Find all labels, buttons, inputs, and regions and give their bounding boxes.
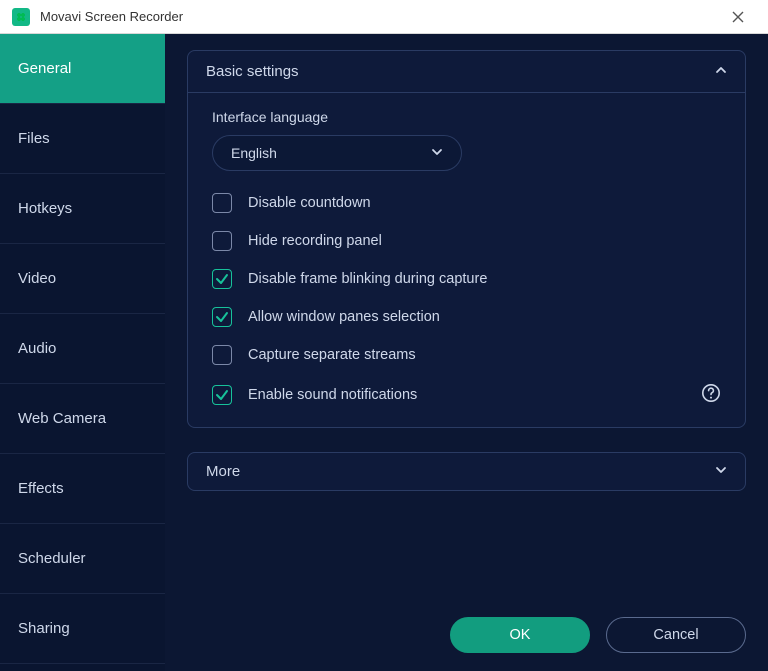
check-disable-countdown: Disable countdown — [212, 193, 721, 213]
body: General Files Hotkeys Video Audio Web Ca… — [0, 34, 768, 671]
cancel-button-label: Cancel — [653, 627, 698, 643]
language-label: Interface language — [212, 109, 721, 125]
check-disable-frame-blinking: Disable frame blinking during capture — [212, 269, 721, 289]
basic-settings-header[interactable]: Basic settings — [188, 51, 745, 93]
app-logo-icon — [12, 8, 30, 26]
check-label: Disable countdown — [248, 195, 371, 211]
check-hide-recording-panel: Hide recording panel — [212, 231, 721, 251]
chevron-up-icon — [715, 63, 727, 80]
checkbox[interactable] — [212, 385, 232, 405]
sidebar-item-label: Effects — [18, 480, 64, 497]
check-label: Capture separate streams — [248, 347, 416, 363]
sidebar-item-effects[interactable]: Effects — [0, 454, 165, 524]
more-panel: More — [187, 452, 746, 491]
close-icon — [732, 11, 744, 23]
ok-button-label: OK — [510, 627, 531, 643]
sidebar-item-label: Sharing — [18, 620, 70, 637]
sidebar-item-video[interactable]: Video — [0, 244, 165, 314]
check-label: Hide recording panel — [248, 233, 382, 249]
close-button[interactable] — [720, 0, 756, 34]
more-title: More — [206, 463, 240, 480]
checkbox-list: Disable countdown Hide recording panel D… — [212, 193, 721, 407]
checkbox[interactable] — [212, 193, 232, 213]
sidebar-item-label: Hotkeys — [18, 200, 72, 217]
sidebar-item-hotkeys[interactable]: Hotkeys — [0, 174, 165, 244]
sidebar-item-label: Video — [18, 270, 56, 287]
sidebar: General Files Hotkeys Video Audio Web Ca… — [0, 34, 165, 671]
help-button[interactable] — [701, 383, 721, 407]
help-icon — [701, 383, 721, 403]
panel-body: Interface language English Disable count… — [188, 93, 745, 427]
window-title: Movavi Screen Recorder — [40, 9, 183, 24]
titlebar: Movavi Screen Recorder — [0, 0, 768, 34]
language-select[interactable]: English — [212, 135, 462, 171]
check-capture-separate-streams: Capture separate streams — [212, 345, 721, 365]
sidebar-item-files[interactable]: Files — [0, 104, 165, 174]
sidebar-item-audio[interactable]: Audio — [0, 314, 165, 384]
sidebar-item-label: Files — [18, 130, 50, 147]
sidebar-item-label: Scheduler — [18, 550, 86, 567]
checkbox[interactable] — [212, 307, 232, 327]
more-header[interactable]: More — [188, 453, 745, 490]
check-enable-sound-notifications: Enable sound notifications — [212, 383, 721, 407]
sidebar-item-label: General — [18, 60, 71, 77]
language-select-value: English — [231, 145, 277, 161]
sidebar-item-general[interactable]: General — [0, 34, 165, 104]
sidebar-item-label: Web Camera — [18, 410, 106, 427]
cancel-button[interactable]: Cancel — [606, 617, 746, 653]
footer: OK Cancel — [187, 593, 746, 653]
ok-button[interactable]: OK — [450, 617, 590, 653]
checkbox[interactable] — [212, 345, 232, 365]
sidebar-item-label: Audio — [18, 340, 56, 357]
basic-settings-panel: Basic settings Interface language Englis… — [187, 50, 746, 428]
checkbox[interactable] — [212, 231, 232, 251]
sidebar-item-sharing[interactable]: Sharing — [0, 594, 165, 664]
sidebar-item-web-camera[interactable]: Web Camera — [0, 384, 165, 454]
panel-title: Basic settings — [206, 63, 299, 80]
chevron-down-icon — [715, 463, 727, 480]
check-label: Enable sound notifications — [248, 387, 417, 403]
check-label: Disable frame blinking during capture — [248, 271, 487, 287]
checkbox[interactable] — [212, 269, 232, 289]
window: Movavi Screen Recorder General Files Hot… — [0, 0, 768, 671]
content: Basic settings Interface language Englis… — [165, 34, 768, 671]
sidebar-item-scheduler[interactable]: Scheduler — [0, 524, 165, 594]
chevron-down-icon — [431, 145, 443, 161]
check-label: Allow window panes selection — [248, 309, 440, 325]
check-allow-window-panes: Allow window panes selection — [212, 307, 721, 327]
